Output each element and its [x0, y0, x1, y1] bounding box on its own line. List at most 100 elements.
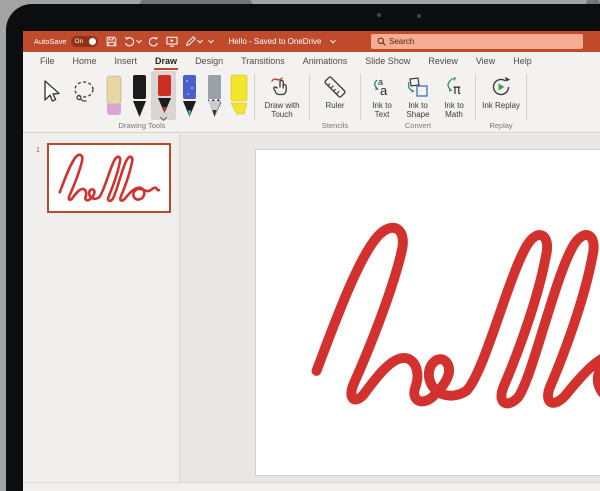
ink-to-text-label: Ink to Text	[364, 101, 400, 119]
stencils-group-label: Stencils	[313, 121, 357, 132]
autosave-label: AutoSave	[34, 37, 67, 46]
convert-group-label: Convert	[364, 121, 472, 132]
ink-to-shape-label: Ink to Shape	[400, 101, 436, 119]
drawing-tools-group-label: Drawing Tools	[33, 121, 251, 132]
save-button[interactable]	[106, 36, 117, 47]
device-bezel: AutoSave On	[6, 4, 600, 491]
tab-draw[interactable]: Draw	[146, 52, 186, 71]
svg-text:π: π	[453, 83, 461, 98]
tab-animations[interactable]: Animations	[294, 52, 357, 71]
stencils-group: Ruler Stencils	[313, 71, 357, 132]
autosave-toggle[interactable]: On	[71, 36, 98, 47]
tab-slide-show[interactable]: Slide Show	[356, 52, 419, 71]
undo-dropdown-chevron[interactable]	[136, 37, 142, 43]
ink-to-text-button[interactable]: a a Ink to Text	[364, 71, 400, 119]
ruler-button[interactable]: Ruler	[313, 71, 357, 110]
ribbon-separator	[254, 74, 255, 120]
present-from-beginning-button[interactable]	[166, 36, 178, 47]
ink-to-text-icon: a a	[371, 76, 393, 98]
save-icon	[106, 36, 117, 47]
ruler-icon	[322, 74, 348, 100]
touch-group-label	[258, 130, 306, 132]
autosave-state: On	[75, 38, 84, 45]
workspace: 1	[23, 134, 600, 491]
replay-group-label: Replay	[479, 121, 523, 132]
undo-button[interactable]	[124, 36, 141, 47]
ink-to-math-button[interactable]: π Ink to Math	[436, 71, 472, 119]
status-bar	[23, 482, 600, 491]
redo-button[interactable]	[148, 36, 159, 47]
lasso-select-tool[interactable]	[67, 71, 101, 105]
ink-to-math-label: Ink to Math	[436, 101, 472, 119]
eraser-tool[interactable]	[101, 71, 126, 118]
present-icon	[166, 36, 178, 47]
tab-view[interactable]: View	[467, 52, 504, 71]
drawing-tools-group: Drawing Tools	[33, 71, 251, 132]
convert-group: a a Ink to Text	[364, 71, 472, 132]
ink-replay-icon	[489, 75, 513, 99]
search-input[interactable]: Search	[371, 34, 583, 49]
tab-design[interactable]: Design	[186, 52, 232, 71]
photo-background: AutoSave On	[0, 0, 600, 491]
ruler-label: Ruler	[325, 101, 344, 110]
thumbnail-ink-hello	[54, 146, 166, 213]
select-tool[interactable]	[33, 71, 67, 105]
draw-with-touch-label: Draw with Touch	[262, 101, 302, 119]
ribbon-draw-tab: Drawing Tools Draw with Touch	[23, 71, 600, 133]
pen-tool-button[interactable]	[185, 36, 202, 47]
title-dropdown-chevron[interactable]	[331, 37, 337, 43]
quick-access-toolbar-chevron[interactable]	[208, 37, 214, 43]
pencil-icon	[203, 74, 225, 118]
replay-group: Ink Replay Replay	[479, 71, 523, 132]
ink-to-shape-icon	[406, 76, 430, 98]
webcam-dot	[377, 13, 381, 17]
highlighter-icon	[227, 74, 251, 118]
pen-red-icon	[153, 74, 175, 114]
ribbon-separator	[309, 74, 310, 120]
search-icon	[377, 37, 386, 46]
draw-with-touch-button[interactable]: Draw with Touch	[258, 71, 306, 119]
ribbon-tab-bar: File Home Insert Draw Design Transitions…	[23, 52, 600, 71]
pen-galaxy[interactable]	[176, 71, 201, 118]
pen-galaxy-icon	[178, 74, 200, 118]
touch-group: Draw with Touch	[258, 71, 306, 132]
pen-black-icon	[128, 74, 150, 118]
ink-replay-button[interactable]: Ink Replay	[479, 71, 523, 110]
pen-icon	[185, 36, 196, 47]
search-placeholder: Search	[389, 37, 414, 46]
ink-drawing-hello	[299, 194, 600, 450]
slide-number: 1	[36, 147, 40, 154]
tab-review[interactable]: Review	[419, 52, 467, 71]
pen-black[interactable]	[126, 71, 151, 118]
ribbon-separator	[526, 74, 527, 120]
svg-text:a: a	[380, 83, 388, 98]
slide-canvas[interactable]	[255, 149, 600, 476]
pencil-tool[interactable]	[201, 71, 226, 118]
slide-thumbnail-1[interactable]	[47, 143, 171, 213]
tab-file[interactable]: File	[31, 52, 64, 71]
undo-icon	[124, 36, 135, 47]
tab-home[interactable]: Home	[64, 52, 106, 71]
ink-replay-label: Ink Replay	[482, 101, 520, 110]
slide-thumbnail-panel: 1	[23, 134, 180, 491]
ribbon-separator	[360, 74, 361, 120]
powerpoint-window: AutoSave On	[23, 31, 600, 491]
ink-to-math-icon: π	[443, 76, 465, 98]
tab-transitions[interactable]: Transitions	[232, 52, 294, 71]
pen-red-selected[interactable]	[151, 71, 176, 120]
tab-insert[interactable]: Insert	[106, 52, 147, 71]
ribbon-separator	[475, 74, 476, 120]
highlighter-tool[interactable]	[226, 71, 251, 118]
slide-editing-area[interactable]	[180, 134, 600, 491]
pen-dropdown-chevron[interactable]	[197, 37, 203, 43]
title-bar: AutoSave On	[23, 31, 600, 52]
redo-icon	[148, 36, 159, 47]
tab-help[interactable]: Help	[504, 52, 541, 71]
cursor-icon	[38, 79, 62, 105]
document-title: Hello - Saved to OneDrive	[229, 37, 322, 46]
ink-to-shape-button[interactable]: Ink to Shape	[400, 71, 436, 119]
pen-options-chevron[interactable]	[160, 114, 167, 121]
toggle-knob	[89, 38, 96, 45]
sensor-dot	[417, 14, 421, 18]
eraser-icon	[103, 74, 125, 118]
